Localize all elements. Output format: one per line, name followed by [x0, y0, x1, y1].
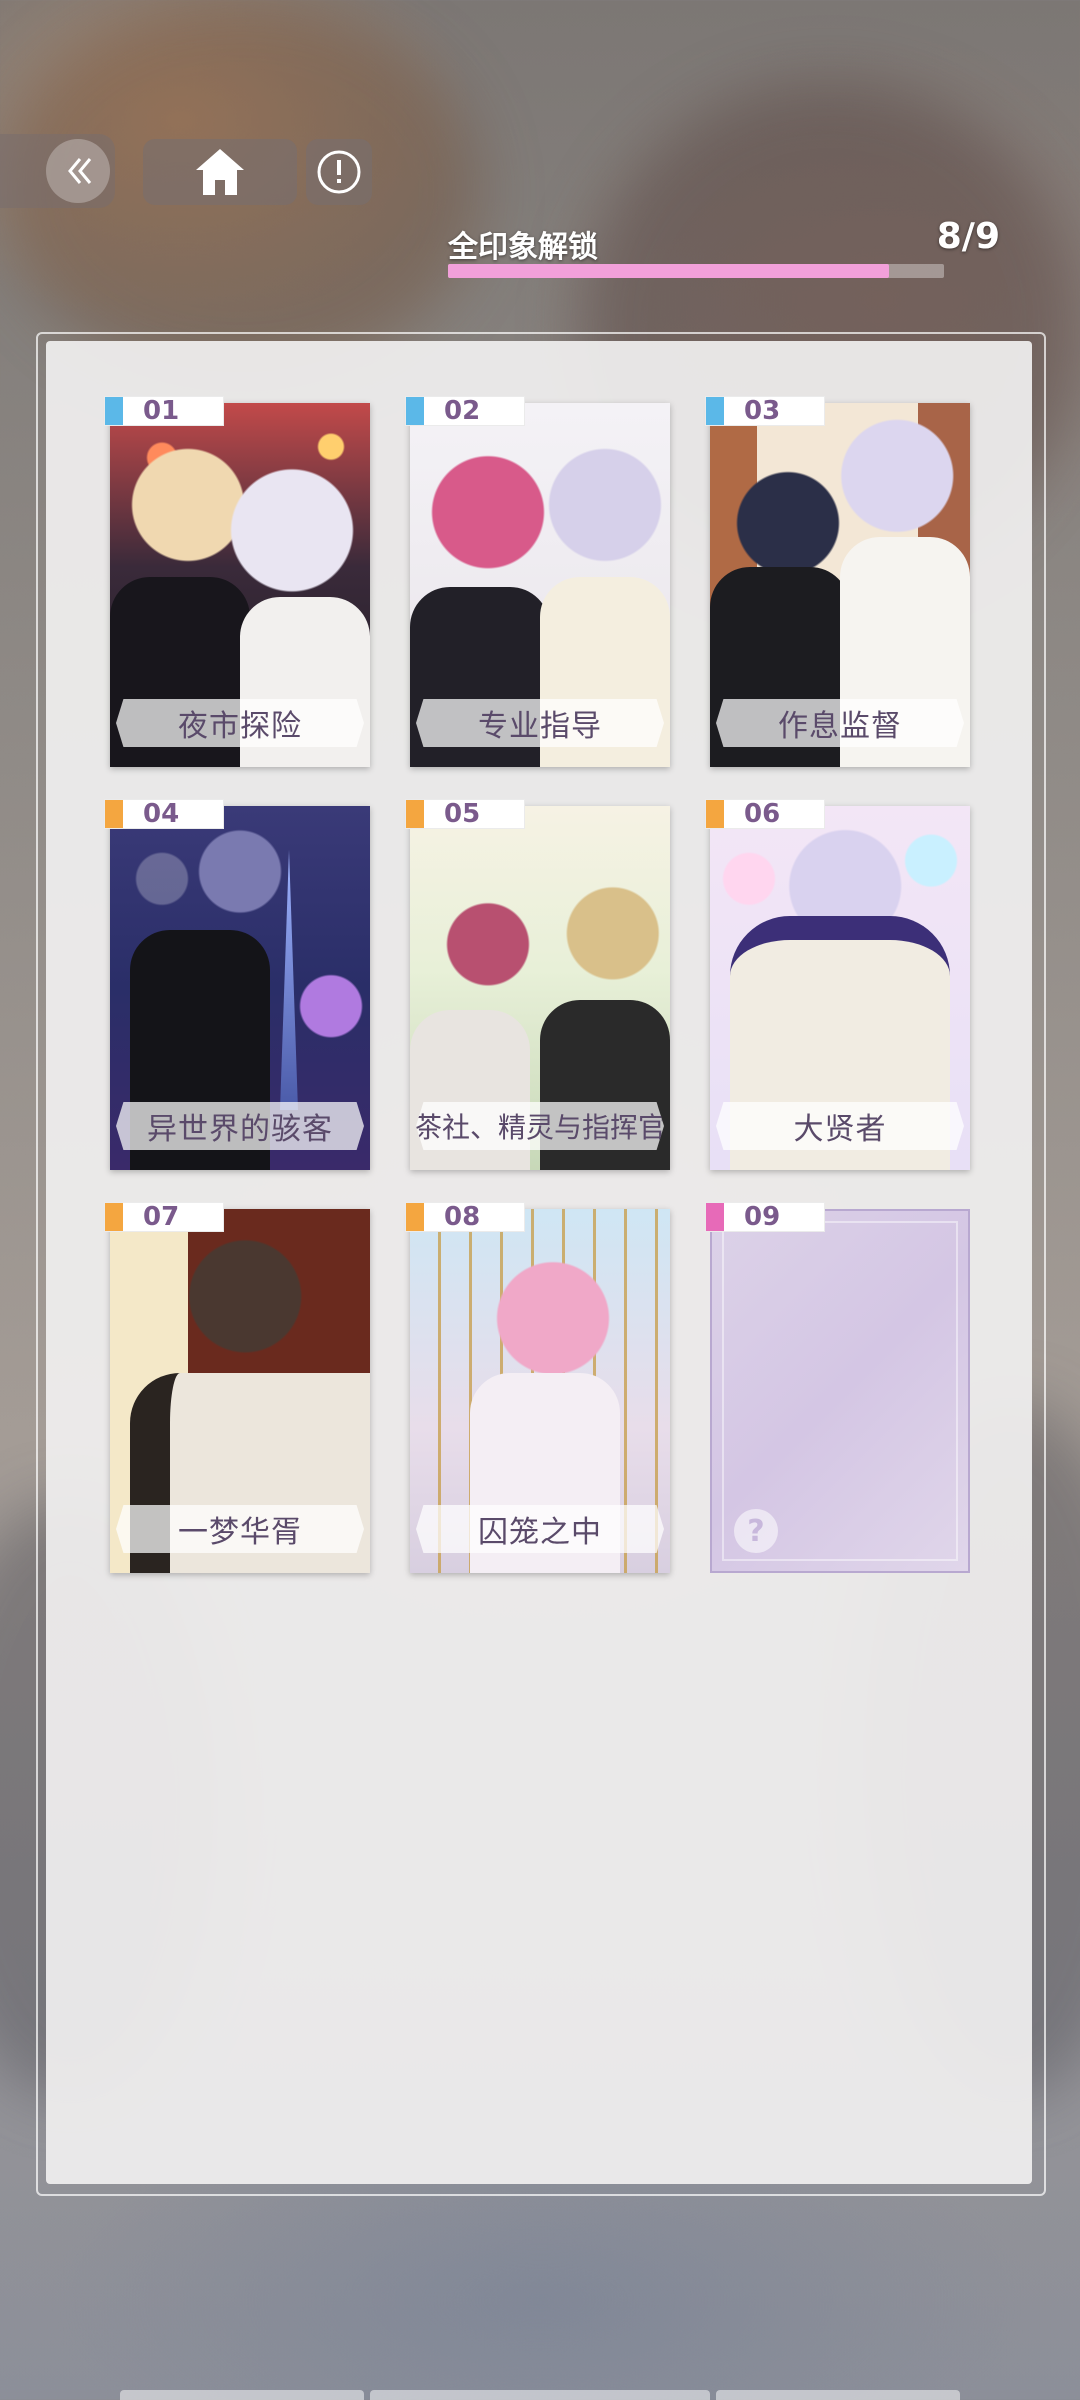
- exclamation-circle-icon: [317, 150, 361, 194]
- card-number-tag: 07: [104, 1202, 224, 1232]
- card-number: 01: [143, 396, 180, 426]
- progress-count: 8/9: [936, 216, 1000, 257]
- tag-color-mark: [706, 397, 724, 425]
- progress-label: 全印象解锁: [448, 230, 598, 265]
- card-number-tag: 01: [104, 396, 224, 426]
- tag-color-mark: [406, 800, 424, 828]
- impression-card-02[interactable]: 专业指导: [410, 403, 670, 767]
- card-title: 一梦华胥: [116, 1505, 364, 1553]
- home-button[interactable]: [143, 139, 297, 205]
- impression-card-04[interactable]: 异世界的骇客: [110, 806, 370, 1170]
- impression-card-03[interactable]: 作息监督: [710, 403, 970, 767]
- card-number-tag: 03: [705, 396, 825, 426]
- progress-bar: [448, 264, 944, 278]
- home-icon: [196, 149, 244, 195]
- tag-color-mark: [706, 1203, 724, 1231]
- card-title: 专业指导: [416, 699, 664, 747]
- impression-card-06[interactable]: 大贤者: [710, 806, 970, 1170]
- card-number: 08: [444, 1202, 481, 1232]
- card-number: 03: [744, 396, 781, 426]
- card-number-tag: 04: [104, 799, 224, 829]
- impression-card-05[interactable]: 茶社、精灵与指挥官: [410, 806, 670, 1170]
- card-title: 异世界的骇客: [116, 1102, 364, 1150]
- impression-card-09-locked[interactable]: ?: [710, 1209, 970, 1573]
- info-button[interactable]: [306, 139, 372, 205]
- card-title: 囚笼之中: [416, 1505, 664, 1553]
- progress-bar-fill: [448, 264, 889, 278]
- card-number-tag: 05: [405, 799, 525, 829]
- impression-card-08[interactable]: 囚笼之中: [410, 1209, 670, 1573]
- bottom-tab-1[interactable]: [120, 2390, 364, 2400]
- card-number: 07: [143, 1202, 180, 1232]
- bottom-tab-3[interactable]: [716, 2390, 960, 2400]
- tag-color-mark: [105, 1203, 123, 1231]
- card-number: 05: [444, 799, 481, 829]
- card-title: 夜市探险: [116, 699, 364, 747]
- locked-card-background: ?: [710, 1209, 970, 1573]
- question-mark-icon: ?: [734, 1509, 778, 1553]
- tag-color-mark: [706, 800, 724, 828]
- card-number-tag: 06: [705, 799, 825, 829]
- tag-color-mark: [406, 397, 424, 425]
- card-title: 大贤者: [716, 1102, 964, 1150]
- card-title: 茶社、精灵与指挥官: [416, 1102, 664, 1150]
- card-number-tag: 08: [405, 1202, 525, 1232]
- double-chevron-left-icon: [68, 158, 92, 184]
- impression-card-01[interactable]: 夜市探险: [110, 403, 370, 767]
- tag-color-mark: [105, 800, 123, 828]
- tag-color-mark: [406, 1203, 424, 1231]
- back-button[interactable]: [0, 134, 115, 208]
- card-title: 作息监督: [716, 699, 964, 747]
- card-number-tag: 09: [705, 1202, 825, 1232]
- card-number: 04: [143, 799, 180, 829]
- card-number: 09: [744, 1202, 781, 1232]
- card-number: 06: [744, 799, 781, 829]
- tag-color-mark: [105, 397, 123, 425]
- card-number: 02: [444, 396, 481, 426]
- card-number-tag: 02: [405, 396, 525, 426]
- bottom-tab-2[interactable]: [370, 2390, 710, 2400]
- impression-card-07[interactable]: 一梦华胥: [110, 1209, 370, 1573]
